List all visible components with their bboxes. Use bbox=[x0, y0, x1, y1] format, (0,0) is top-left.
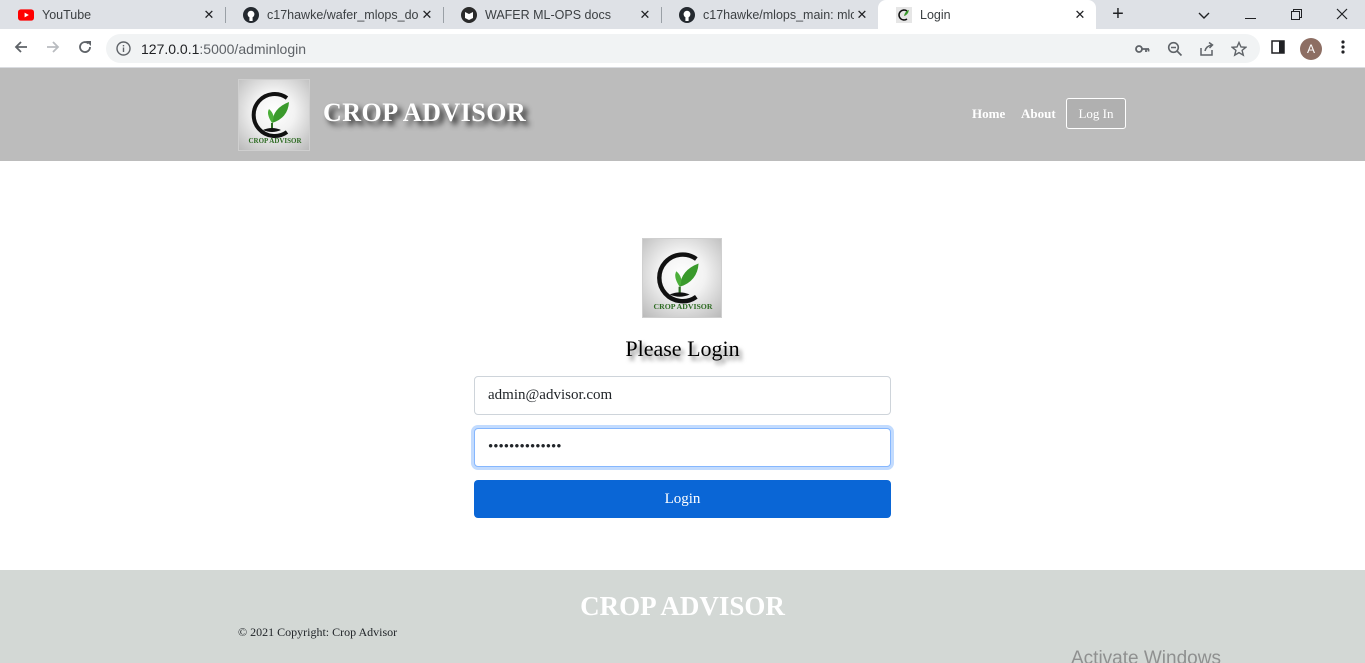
header-logo[interactable]: CROP ADVISOR bbox=[238, 79, 310, 151]
key-icon[interactable] bbox=[1134, 41, 1150, 57]
minimize-icon bbox=[1244, 7, 1256, 23]
new-tab-button[interactable]: + bbox=[1108, 4, 1128, 24]
reload-button[interactable] bbox=[74, 38, 96, 60]
tab-wafer-docs[interactable]: WAFER ML-OPS docs ✕ bbox=[443, 0, 661, 29]
logo-text: CROP ADVISOR bbox=[248, 137, 302, 145]
close-icon bbox=[1336, 7, 1348, 23]
reload-icon bbox=[77, 39, 93, 60]
zoom-out-icon[interactable] bbox=[1167, 41, 1183, 57]
bookmark-star-icon[interactable] bbox=[1231, 41, 1247, 57]
tab-title: Login bbox=[920, 7, 951, 22]
site-footer: CROP ADVISOR © 2021 Copyright: Crop Advi… bbox=[0, 570, 1365, 663]
forward-button[interactable] bbox=[42, 38, 64, 60]
tab-title: YouTube bbox=[42, 7, 92, 22]
github-icon bbox=[679, 6, 695, 23]
close-tab-icon[interactable]: ✕ bbox=[201, 7, 217, 23]
nav-home-link[interactable]: Home bbox=[972, 106, 1005, 122]
profile-avatar[interactable]: A bbox=[1300, 38, 1322, 60]
login-section: CROP ADVISOR Please Login admin@advisor.… bbox=[0, 161, 1365, 570]
brand-title[interactable]: CROP ADVISOR bbox=[323, 98, 526, 128]
site-info-icon[interactable] bbox=[116, 41, 131, 61]
tab-login[interactable]: Login ✕ bbox=[878, 0, 1096, 29]
email-value: admin@advisor.com bbox=[488, 387, 613, 403]
login-submit-button[interactable]: Login bbox=[474, 480, 891, 518]
url-path: :5000/adminlogin bbox=[199, 41, 307, 57]
close-window-button[interactable] bbox=[1319, 0, 1365, 29]
crop-advisor-favicon-icon bbox=[896, 6, 912, 23]
docs-icon bbox=[461, 6, 477, 23]
arrow-left-icon bbox=[13, 39, 29, 60]
side-panel-button[interactable] bbox=[1267, 38, 1289, 60]
github-icon bbox=[243, 6, 259, 23]
browser-menu-button[interactable] bbox=[1332, 38, 1354, 60]
page-title: Please Login bbox=[625, 336, 740, 361]
address-bar[interactable]: 127.0.0.1:5000/adminlogin bbox=[106, 34, 1260, 63]
back-button[interactable] bbox=[10, 38, 32, 60]
copyright-text: © 2021 Copyright: Crop Advisor bbox=[238, 625, 398, 639]
site-header: CROP ADVISOR CROP ADVISOR Home About Log… bbox=[0, 68, 1365, 161]
minimize-button[interactable] bbox=[1227, 0, 1273, 29]
sprout-logo-icon: CROP ADVISOR bbox=[654, 252, 713, 311]
sprout-logo-icon: CROP ADVISOR bbox=[248, 92, 302, 145]
password-field[interactable]: •••••••••••••• bbox=[474, 428, 891, 467]
tab-title: WAFER ML-OPS docs bbox=[485, 7, 611, 22]
side-panel-icon bbox=[1271, 39, 1285, 59]
close-tab-icon[interactable]: ✕ bbox=[637, 7, 653, 23]
logo-text: CROP ADVISOR bbox=[654, 302, 713, 311]
activate-windows-watermark: Activate Windows bbox=[1071, 648, 1221, 663]
url-text: 127.0.0.1:5000/adminlogin bbox=[141, 41, 306, 57]
browser-toolbar: 127.0.0.1:5000/adminlogin A bbox=[0, 29, 1365, 68]
nav-login-button[interactable]: Log In bbox=[1066, 98, 1126, 129]
browser-tab-strip: YouTube ✕ c17hawke/wafer_mlops_docs ✕ WA… bbox=[0, 0, 1365, 29]
chevron-down-icon bbox=[1198, 7, 1210, 23]
share-icon[interactable] bbox=[1199, 41, 1215, 57]
url-host: 127.0.0.1 bbox=[141, 41, 200, 57]
arrow-right-icon bbox=[45, 39, 61, 60]
close-tab-icon[interactable]: ✕ bbox=[419, 7, 435, 23]
email-field[interactable]: admin@advisor.com bbox=[474, 376, 891, 415]
tab-search-button[interactable] bbox=[1181, 0, 1227, 29]
tab-youtube[interactable]: YouTube ✕ bbox=[0, 0, 225, 29]
more-vertical-icon bbox=[1341, 39, 1345, 60]
youtube-icon bbox=[18, 7, 34, 23]
tab-title: c17hawke/mlops_main: mlop bbox=[703, 7, 854, 22]
restore-button[interactable] bbox=[1273, 0, 1319, 29]
password-mask: •••••••••••••• bbox=[488, 439, 562, 455]
tab-title: c17hawke/wafer_mlops_docs bbox=[267, 7, 419, 22]
form-logo: CROP ADVISOR bbox=[642, 238, 722, 318]
tab-mlops-main-repo[interactable]: c17hawke/mlops_main: mlop ✕ bbox=[661, 0, 878, 29]
tab-wafer-mlops-repo[interactable]: c17hawke/wafer_mlops_docs ✕ bbox=[225, 0, 443, 29]
footer-brand: CROP ADVISOR bbox=[580, 591, 785, 621]
close-tab-icon[interactable]: ✕ bbox=[854, 7, 870, 23]
close-tab-icon[interactable]: ✕ bbox=[1072, 7, 1088, 23]
restore-icon bbox=[1290, 7, 1302, 23]
nav-about-link[interactable]: About bbox=[1021, 106, 1056, 122]
